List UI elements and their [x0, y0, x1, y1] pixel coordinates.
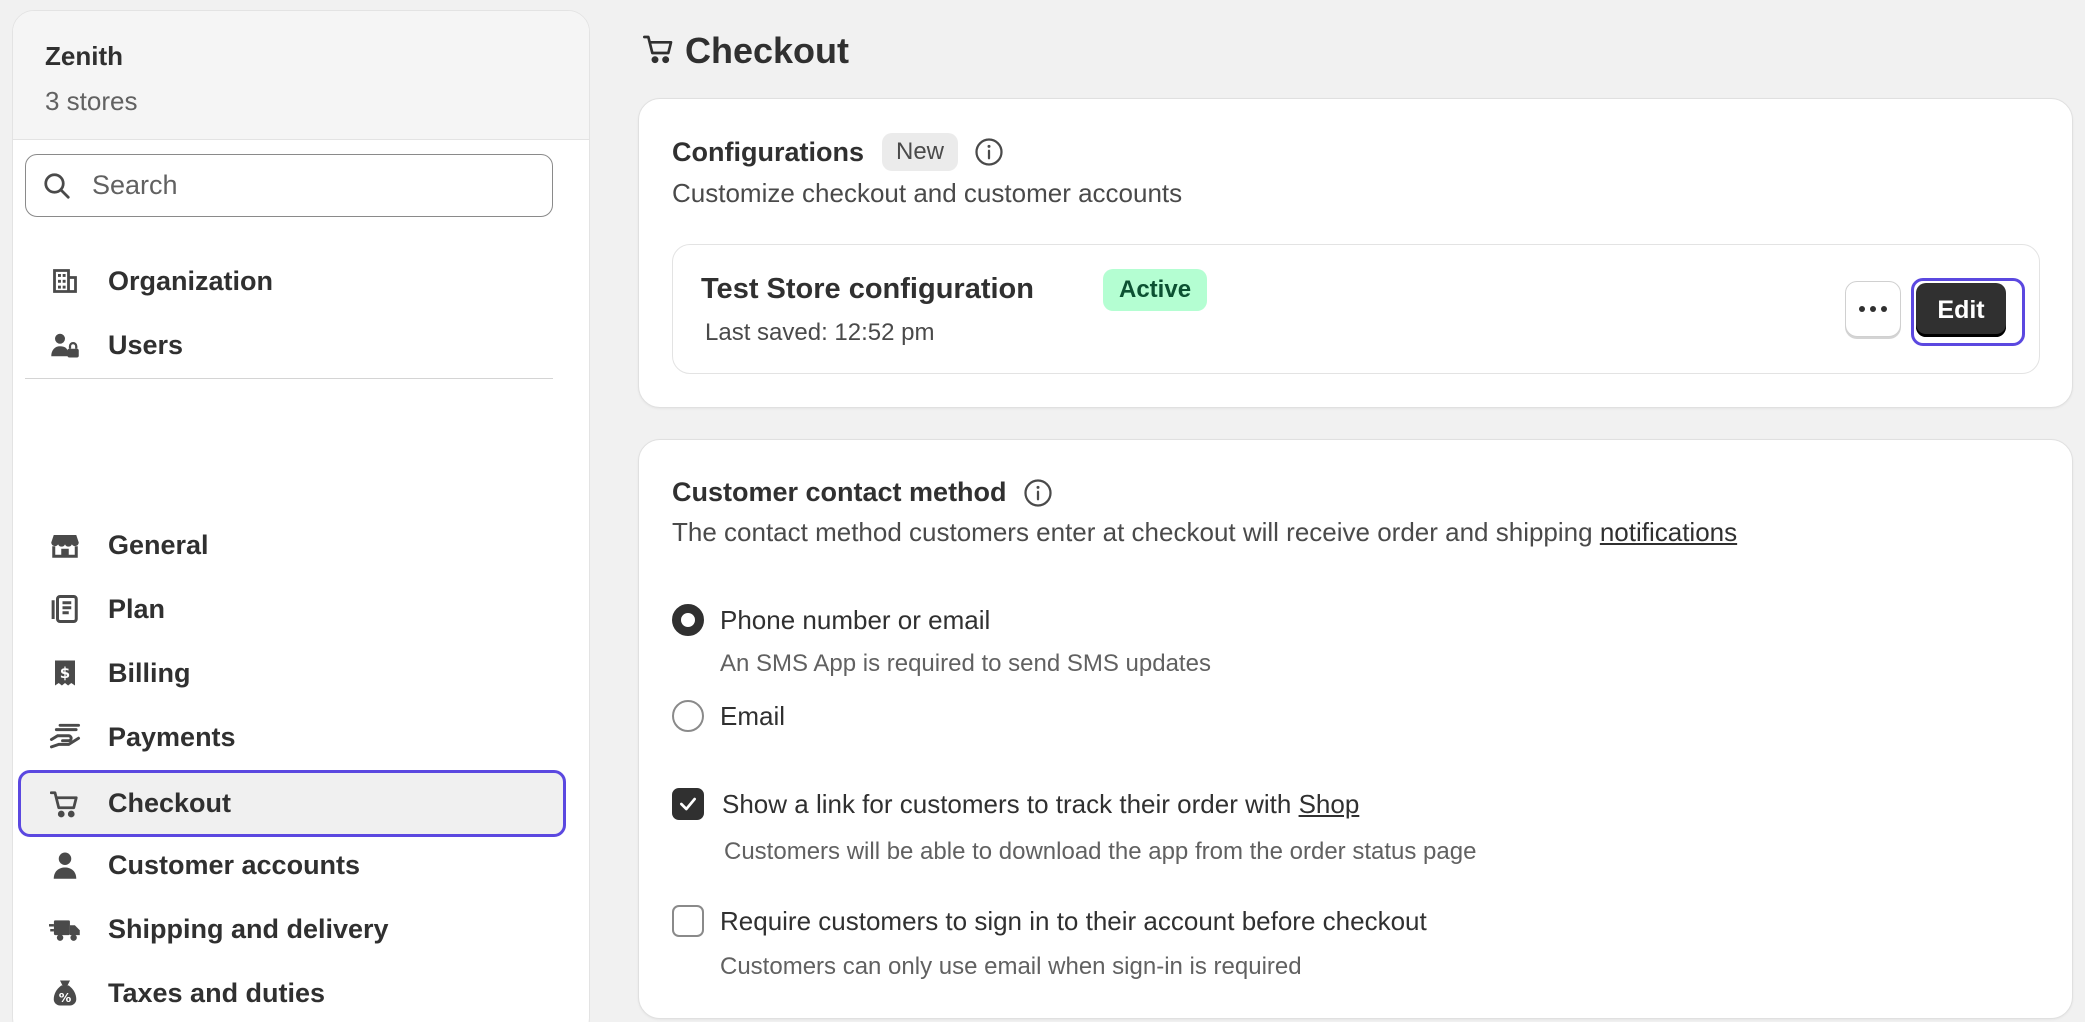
page-title-text: Checkout	[685, 30, 850, 71]
status-badge: Active	[1103, 269, 1208, 311]
plan-icon	[48, 592, 82, 626]
sidebar-item-label: Taxes and duties	[108, 977, 326, 1008]
checkbox-label: Require customers to sign in to their ac…	[720, 905, 1427, 936]
configurations-description: Customize checkout and customer accounts	[672, 178, 1183, 208]
sidebar-item-label: Plan	[108, 593, 166, 624]
sidebar-item-label: Payments	[108, 721, 236, 752]
sidebar-item-label: Users	[108, 329, 184, 360]
store-icon	[48, 528, 82, 562]
checkbox-require-signin[interactable]: Require customers to sign in to their ac…	[672, 905, 1427, 937]
payments-hand-icon	[48, 720, 82, 754]
checkmark-icon	[680, 797, 696, 811]
more-actions-button[interactable]	[1845, 281, 1901, 337]
sidebar-item-taxes[interactable]: % Taxes and duties	[18, 963, 564, 1022]
sidebar-item-general[interactable]: General	[18, 515, 564, 575]
contact-method-card: Customer contact method The contact meth…	[638, 439, 2073, 1019]
info-icon[interactable]	[974, 137, 1004, 167]
edit-button[interactable]: Edit	[1916, 283, 2006, 337]
radio-phone-or-email[interactable]: Phone number or email	[672, 604, 990, 636]
notifications-link[interactable]: notifications	[1600, 517, 1737, 547]
checkbox-help-text: Customers can only use email when sign-i…	[720, 953, 1302, 980]
configuration-item: Test Store configuration Active Last sav…	[672, 244, 2040, 374]
configurations-card: Configurations New Customize checkout an…	[638, 98, 2073, 408]
radio-button[interactable]	[672, 700, 704, 732]
tax-bag-icon: %	[48, 976, 82, 1010]
sidebar-item-label: General	[108, 529, 209, 560]
contact-method-description: The contact method customers enter at ch…	[672, 517, 1737, 548]
org-store-count: 3 stores	[45, 86, 138, 116]
sidebar-item-label: Shipping and delivery	[108, 913, 389, 944]
billing-receipt-icon: $	[48, 656, 82, 690]
sidebar-item-label: Customer accounts	[108, 849, 361, 880]
info-icon[interactable]	[1023, 478, 1053, 508]
sidebar-item-checkout[interactable]: Checkout	[18, 770, 566, 837]
new-badge: New	[881, 133, 958, 171]
sidebar-item-billing[interactable]: $ Billing	[18, 643, 564, 703]
sidebar-item-shipping[interactable]: Shipping and delivery	[18, 899, 564, 959]
sidebar-item-users[interactable]: Users	[18, 315, 564, 375]
radio-label: Phone number or email	[720, 604, 991, 635]
sidebar-divider	[25, 378, 553, 379]
search-field[interactable]	[25, 154, 553, 217]
building-icon	[48, 264, 82, 298]
org-header[interactable]: Zenith 3 stores	[13, 11, 589, 140]
search-input[interactable]	[92, 170, 532, 201]
sidebar-item-plan[interactable]: Plan	[18, 579, 564, 639]
last-saved-text: Last saved: 12:52 pm	[705, 319, 935, 346]
svg-text:%: %	[59, 990, 72, 1005]
contact-method-header: Customer contact method	[672, 477, 1053, 508]
truck-icon	[48, 912, 82, 946]
checkbox-help-text: Customers will be able to download the a…	[724, 838, 1477, 865]
page-title: Checkout	[643, 30, 849, 72]
person-icon	[48, 848, 82, 882]
sidebar-item-organization[interactable]: Organization	[18, 251, 564, 311]
checkbox-label-text: Show a link for customers to track their…	[722, 788, 1292, 819]
contact-method-description-text: The contact method customers enter at ch…	[672, 517, 1593, 547]
sidebar-item-customer-accounts[interactable]: Customer accounts	[18, 835, 564, 895]
cart-icon	[643, 33, 675, 70]
edit-button-focus-ring: Edit	[1911, 278, 2025, 346]
org-name: Zenith	[45, 41, 123, 71]
checkbox[interactable]	[672, 905, 704, 937]
checkbox[interactable]	[672, 788, 704, 820]
checkbox-track-order[interactable]: Show a link for customers to track their…	[672, 788, 1359, 820]
search-icon	[40, 169, 74, 203]
contact-method-title: Customer contact method	[672, 477, 1007, 507]
configurations-title: Configurations	[672, 136, 864, 167]
cart-icon	[48, 787, 82, 821]
sidebar-item-payments[interactable]: Payments	[18, 707, 564, 767]
more-horizontal-icon	[1859, 306, 1887, 312]
configurations-header: Configurations New	[672, 133, 1004, 171]
checkbox-label: Show a link for customers to track their…	[722, 789, 1359, 820]
shop-link[interactable]: Shop	[1299, 789, 1360, 819]
radio-help-text: An SMS App is required to send SMS updat…	[720, 650, 1211, 677]
configuration-name: Test Store configuration	[701, 273, 1034, 305]
sidebar-item-label: Billing	[108, 657, 191, 688]
sidebar-item-label: Organization	[108, 265, 274, 296]
radio-label: Email	[720, 700, 786, 731]
sidebar-item-label: Checkout	[108, 788, 232, 818]
svg-text:$: $	[60, 664, 70, 682]
radio-button[interactable]	[672, 604, 704, 636]
radio-email[interactable]: Email	[672, 700, 785, 732]
users-lock-icon	[48, 328, 82, 362]
